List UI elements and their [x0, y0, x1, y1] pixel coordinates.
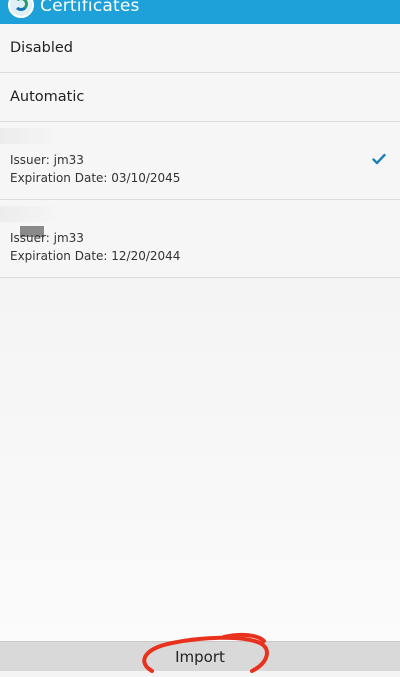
option-automatic[interactable]: Automatic — [0, 73, 400, 122]
certificate-issuer: Issuer: jm33 — [10, 231, 84, 245]
certificate-expiration: Expiration Date: 12/20/2044 — [10, 249, 181, 263]
title-bar: Certificates — [0, 0, 400, 24]
certificate-expiration: Expiration Date: 03/10/2045 — [10, 171, 181, 185]
option-label: Disabled — [10, 40, 73, 56]
empty-space — [0, 279, 400, 641]
certificate-item[interactable]: Issuer: jm33 Expiration Date: 12/20/2044 — [0, 200, 400, 278]
certificate-list: Disabled Automatic Issuer: jm33 Expirati… — [0, 24, 400, 278]
import-button[interactable]: Import — [0, 642, 400, 672]
redacted-name-bar — [0, 206, 60, 222]
option-disabled[interactable]: Disabled — [0, 24, 400, 73]
certificate-issuer: Issuer: jm33 — [10, 153, 84, 167]
redacted-name-bar — [0, 128, 60, 144]
checkmark-icon — [372, 153, 386, 165]
action-bar: Import — [0, 641, 400, 671]
app-logo-icon — [8, 0, 34, 18]
page-title: Certificates — [40, 0, 140, 16]
certificate-item[interactable]: Issuer: jm33 Expiration Date: 03/10/2045 — [0, 122, 400, 200]
option-label: Automatic — [10, 89, 85, 105]
